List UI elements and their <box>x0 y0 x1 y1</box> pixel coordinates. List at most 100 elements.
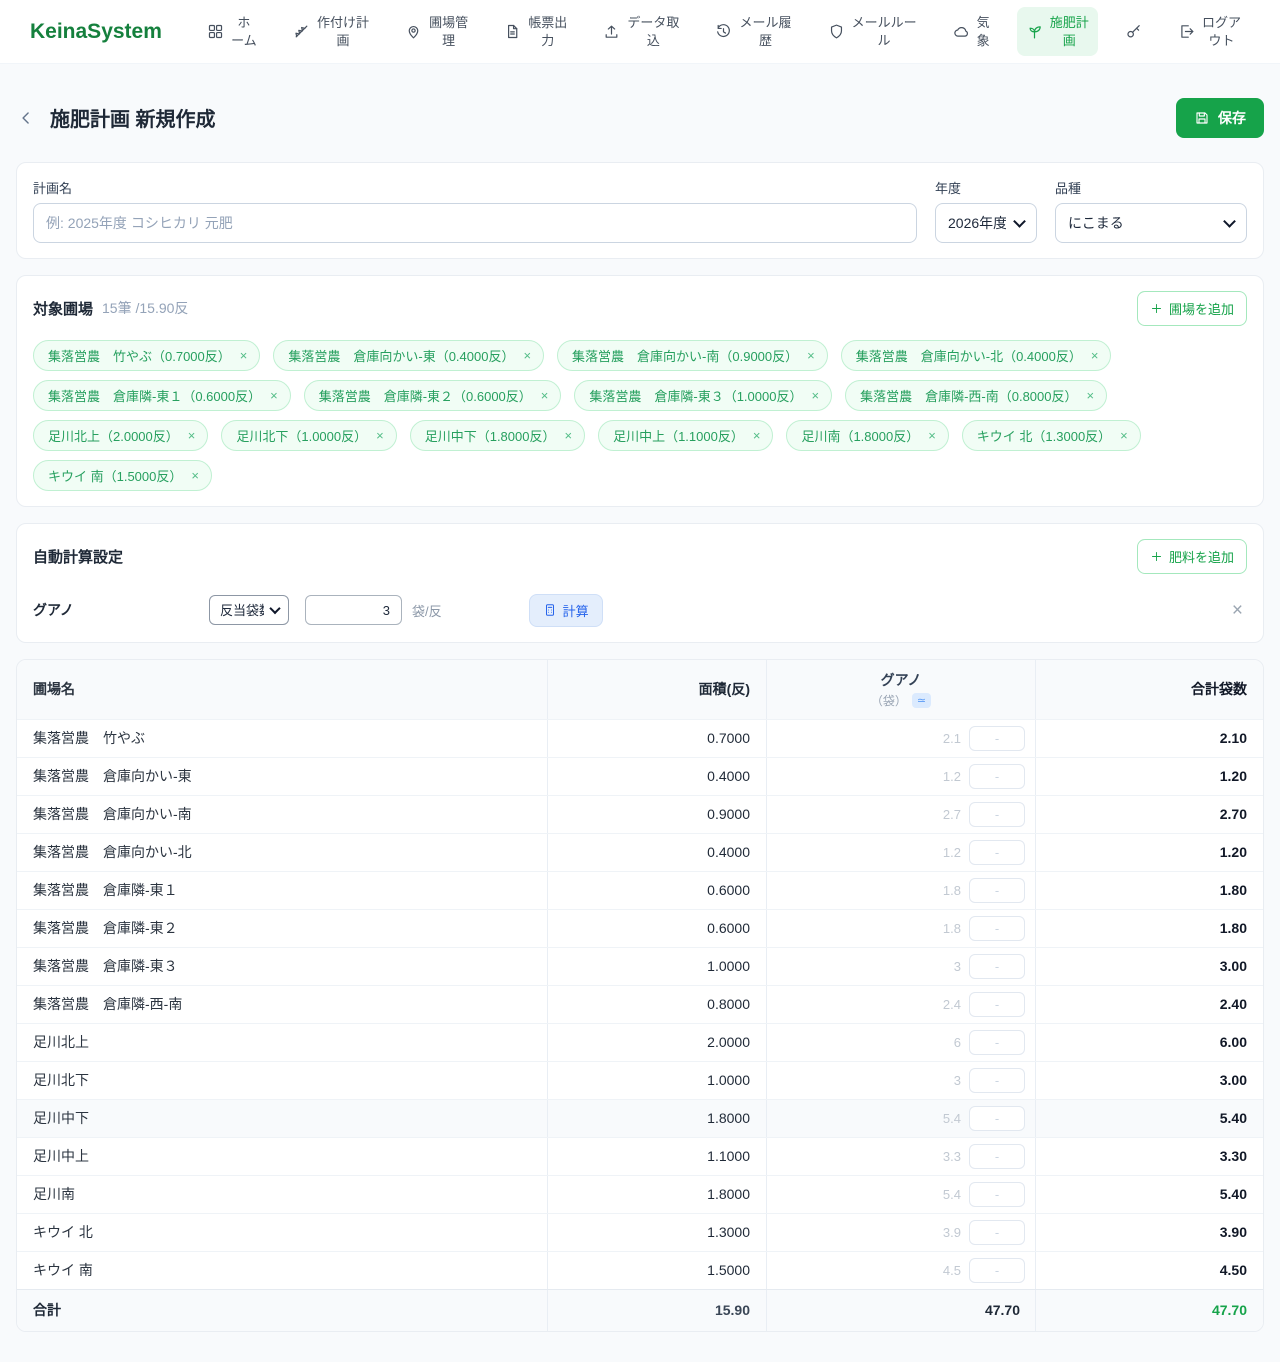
row-override-input[interactable] <box>969 954 1025 979</box>
total-label: 合計 <box>17 1290 547 1331</box>
nav-item-upload[interactable]: データ取込 <box>594 7 688 56</box>
remove-fertilizer-icon[interactable]: × <box>1232 601 1247 620</box>
calc-method-select[interactable]: 反当袋数 <box>209 595 289 625</box>
remove-chip-icon[interactable]: × <box>807 349 815 362</box>
row-override-input[interactable] <box>969 840 1025 865</box>
seedling-icon <box>1026 23 1043 40</box>
header-total-bags: 合計袋数 <box>1035 660 1263 719</box>
row-override-input[interactable] <box>969 1106 1025 1131</box>
field-chip: キウイ 南（1.5000反） × <box>33 460 212 491</box>
nav-item-wheat[interactable]: 作付け計画 <box>284 7 378 56</box>
add-field-button-label: 圃場を追加 <box>1169 299 1234 318</box>
variety-select[interactable]: にこまる <box>1055 203 1247 243</box>
row-override-input[interactable] <box>969 802 1025 827</box>
remove-chip-icon[interactable]: × <box>541 389 549 402</box>
row-guano-cell: 3.9 <box>766 1214 1035 1251</box>
row-field-name: 足川中下 <box>17 1100 547 1137</box>
remove-chip-icon[interactable]: × <box>240 349 248 362</box>
remove-chip-icon[interactable]: × <box>811 389 819 402</box>
remove-chip-icon[interactable]: × <box>928 429 936 442</box>
row-auto-value: 1.8 <box>943 921 961 936</box>
plus-icon <box>1150 302 1163 315</box>
nav-item-home-grid[interactable]: ホーム <box>198 7 266 56</box>
row-override-input[interactable] <box>969 1182 1025 1207</box>
plan-name-input[interactable] <box>33 203 917 243</box>
table-row: 足川中下 1.8000 5.4 5.40 <box>17 1099 1263 1137</box>
field-chip-label: 集落営農 倉庫隣-西-南（0.8000反） <box>860 386 1077 405</box>
field-chip-label: 足川北上（2.0000反） <box>48 426 179 445</box>
page-header: 施肥計画 新規作成 保存 <box>16 90 1264 146</box>
save-button-label: 保存 <box>1218 108 1246 128</box>
back-chevron-icon[interactable] <box>16 108 36 128</box>
add-field-button[interactable]: 圃場を追加 <box>1137 291 1247 326</box>
row-area: 0.4000 <box>547 758 766 795</box>
row-field-name: キウイ 北 <box>17 1214 547 1251</box>
map-pin-icon <box>405 23 422 40</box>
nav-item-label: 帳票出力 <box>528 14 567 49</box>
row-override-input[interactable] <box>969 726 1025 751</box>
field-chip-label: 集落営農 倉庫向かい-東（0.4000反） <box>288 346 514 365</box>
row-area: 0.9000 <box>547 796 766 833</box>
remove-chip-icon[interactable]: × <box>1091 349 1099 362</box>
nav-item-history[interactable]: メール履歴 <box>706 7 800 56</box>
remove-chip-icon[interactable]: × <box>188 429 196 442</box>
row-area: 0.6000 <box>547 872 766 909</box>
row-field-name: 足川北上 <box>17 1024 547 1061</box>
total-bags: 47.70 <box>1035 1290 1263 1331</box>
row-override-input[interactable] <box>969 878 1025 903</box>
table-row: 足川北上 2.0000 6 6.00 <box>17 1023 1263 1061</box>
nav-item-document[interactable]: 帳票出力 <box>495 7 576 56</box>
field-chip: 集落営農 倉庫向かい-北（0.4000反） × <box>841 340 1112 371</box>
add-fertilizer-button[interactable]: 肥料を追加 <box>1137 539 1247 574</box>
row-override-input[interactable] <box>969 916 1025 941</box>
field-chip: キウイ 北（1.3000反） × <box>962 420 1141 451</box>
row-auto-value: 2.7 <box>943 807 961 822</box>
remove-chip-icon[interactable]: × <box>1086 389 1094 402</box>
nav-item-map-pin[interactable]: 圃場管理 <box>396 7 477 56</box>
remove-chip-icon[interactable]: × <box>376 429 384 442</box>
nav-item-key[interactable] <box>1116 16 1151 47</box>
row-total-bags: 1.80 <box>1035 910 1263 947</box>
calculate-button[interactable]: 計算 <box>529 594 603 627</box>
save-button[interactable]: 保存 <box>1176 98 1264 138</box>
row-auto-value: 3 <box>954 1073 961 1088</box>
field-chip: 集落営農 竹やぶ（0.7000反） × <box>33 340 260 371</box>
row-auto-value: 1.2 <box>943 845 961 860</box>
header-guano: グアノ （袋） ≃ <box>766 660 1035 719</box>
row-override-input[interactable] <box>969 1144 1025 1169</box>
row-area: 1.1000 <box>547 1138 766 1175</box>
nav-item-cloud[interactable]: 気象 <box>944 7 999 56</box>
row-field-name: 集落営農 倉庫隣-東１ <box>17 872 547 909</box>
remove-chip-icon[interactable]: × <box>564 429 572 442</box>
remove-chip-icon[interactable]: × <box>270 389 278 402</box>
row-auto-value: 5.4 <box>943 1187 961 1202</box>
nav-item-seedling[interactable]: 施肥計画 <box>1017 7 1098 56</box>
calculate-button-label: 計算 <box>563 601 589 620</box>
wheat-icon <box>293 23 310 40</box>
row-override-input[interactable] <box>969 764 1025 789</box>
bags-per-tan-input[interactable] <box>305 595 402 625</box>
remove-chip-icon[interactable]: × <box>1120 429 1128 442</box>
nav-item-shield[interactable]: メールルール <box>819 7 926 56</box>
row-total-bags: 1.20 <box>1035 834 1263 871</box>
calc-method-select-wrap: 反当袋数 <box>209 595 289 625</box>
remove-chip-icon[interactable]: × <box>191 469 199 482</box>
row-override-input[interactable] <box>969 1068 1025 1093</box>
year-select[interactable]: 2026年度 <box>935 203 1037 243</box>
target-fields-summary: 15筆 /15.90反 <box>102 298 188 318</box>
remove-chip-icon[interactable]: × <box>753 429 761 442</box>
nav-item-logout[interactable]: ログアウト <box>1169 7 1250 56</box>
row-override-input[interactable] <box>969 1220 1025 1245</box>
add-fertilizer-button-label: 肥料を追加 <box>1169 547 1234 566</box>
target-fields-card: 対象圃場 15筆 /15.90反 圃場を追加 集落営農 竹やぶ（0.7000反）… <box>16 275 1264 507</box>
shield-icon <box>828 23 845 40</box>
row-guano-cell: 1.2 <box>766 758 1035 795</box>
row-field-name: 足川南 <box>17 1176 547 1213</box>
field-chip-label: 足川中上（1.1000反） <box>613 426 744 445</box>
page-title: 施肥計画 新規作成 <box>50 103 216 132</box>
remove-chip-icon[interactable]: × <box>523 349 531 362</box>
fields-table: 圃場名 面積(反) グアノ （袋） ≃ 合計袋数 集落営農 竹やぶ 0.7000… <box>16 659 1264 1332</box>
approx-badge: ≃ <box>912 693 931 708</box>
row-override-input[interactable] <box>969 992 1025 1017</box>
row-override-input[interactable] <box>969 1030 1025 1055</box>
